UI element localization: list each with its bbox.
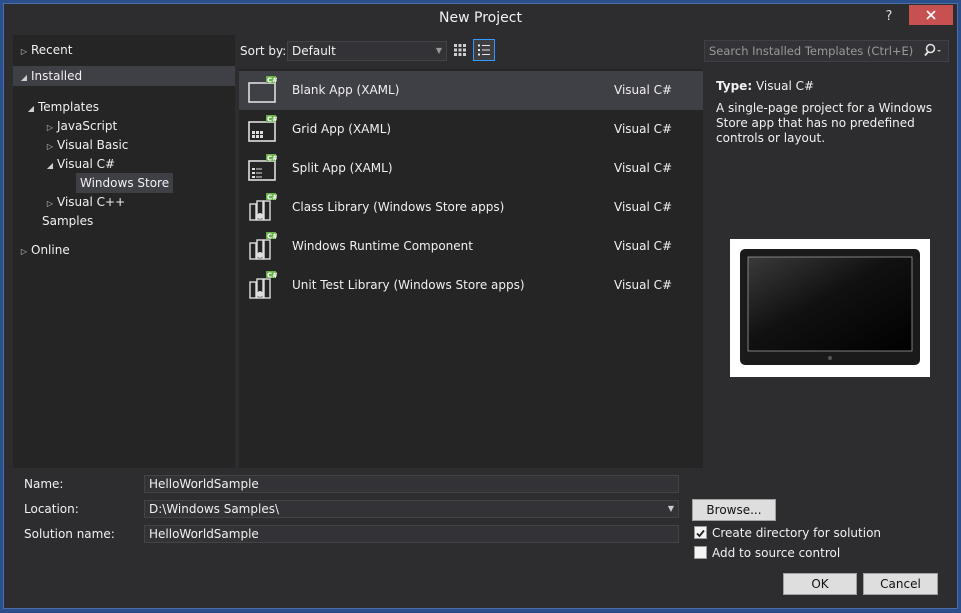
split-app-icon: C# xyxy=(248,154,277,181)
small-icons-view-button[interactable] xyxy=(449,39,471,61)
template-row-grid-app[interactable]: C# Grid App (XAML) Visual C# xyxy=(239,110,703,149)
template-list: C# Blank App (XAML) Visual C# C# Grid Ap… xyxy=(239,69,703,468)
collapse-arrow-icon[interactable]: ◢ xyxy=(24,99,38,119)
template-row-blank-app[interactable]: C# Blank App (XAML) Visual C# xyxy=(239,71,703,110)
blank-app-icon: C# xyxy=(248,76,277,103)
close-icon xyxy=(926,10,936,20)
ok-button[interactable]: OK xyxy=(783,573,857,595)
tree-item-visual-basic[interactable]: ▷ Visual Basic xyxy=(43,135,129,155)
tree-label: JavaScript xyxy=(57,119,118,133)
list-view-icon xyxy=(478,44,490,56)
expand-arrow-icon[interactable]: ▷ xyxy=(17,42,31,62)
svg-text:C#: C# xyxy=(267,271,277,279)
tree-item-samples[interactable]: Samples xyxy=(42,211,93,231)
name-label: Name: xyxy=(24,477,64,491)
close-button[interactable] xyxy=(909,5,953,25)
sort-value: Default xyxy=(292,44,336,58)
template-language: Visual C# xyxy=(614,83,673,97)
new-project-dialog: New Project ? ▷ Recent ◢ Installed ◢ Templa… xyxy=(3,3,958,609)
runtime-component-icon: C# xyxy=(249,232,277,260)
project-name-input[interactable]: HelloWorldSample xyxy=(144,475,679,493)
tree-label: Visual C# xyxy=(57,157,116,171)
grid-app-icon: C# xyxy=(248,115,277,142)
template-details: Type: Visual C# A single-page project fo… xyxy=(704,69,952,468)
svg-text:C#: C# xyxy=(267,193,277,201)
checkbox-box[interactable] xyxy=(694,526,707,539)
tree-item-online[interactable]: ▷ Online xyxy=(17,240,70,260)
template-name: Class Library (Windows Store apps) xyxy=(292,200,505,214)
location-value: D:\Windows Samples\ xyxy=(149,502,279,516)
cancel-button[interactable]: Cancel xyxy=(863,573,938,595)
template-name: Blank App (XAML) xyxy=(292,83,400,97)
template-name: Windows Runtime Component xyxy=(292,239,473,253)
collapse-arrow-icon[interactable]: ◢ xyxy=(43,156,57,176)
search-placeholder: Search Installed Templates (Ctrl+E) xyxy=(709,44,914,58)
tablet-preview-icon xyxy=(740,249,920,365)
template-language: Visual C# xyxy=(614,161,673,175)
tree-label: Visual Basic xyxy=(57,138,129,152)
template-language: Visual C# xyxy=(614,239,673,253)
tree-item-templates[interactable]: ◢ Templates xyxy=(24,97,99,117)
tree-label: Visual C++ xyxy=(57,195,126,209)
solution-name-input[interactable]: HelloWorldSample xyxy=(144,525,679,543)
dialog-title: New Project xyxy=(439,10,522,26)
template-name: Split App (XAML) xyxy=(292,161,393,175)
search-templates-input[interactable]: Search Installed Templates (Ctrl+E) xyxy=(704,40,949,62)
svg-text:C#: C# xyxy=(267,232,277,240)
tree-label: Templates xyxy=(38,100,100,114)
source-control-label: Add to source control xyxy=(712,546,841,560)
template-row-class-library[interactable]: C# Class Library (Windows Store apps) Vi… xyxy=(239,188,703,227)
svg-text:C#: C# xyxy=(267,76,277,84)
template-description: A single-page project for a Windows Stor… xyxy=(716,101,933,145)
template-row-runtime-component[interactable]: C# Windows Runtime Component Visual C# xyxy=(239,227,703,266)
dropdown-arrow-icon[interactable]: ▼ xyxy=(668,501,674,517)
unit-test-icon: C# xyxy=(249,271,277,299)
help-button[interactable]: ? xyxy=(879,7,899,27)
svg-text:C#: C# xyxy=(267,154,277,162)
tree-label: Recent xyxy=(31,43,73,57)
solution-name-label: Solution name: xyxy=(24,527,115,541)
template-type: Type: Visual C# xyxy=(716,79,814,93)
sort-label: Sort by: xyxy=(240,44,287,58)
location-combobox[interactable]: D:\Windows Samples\ ▼ xyxy=(144,500,679,518)
tree-item-visual-csharp[interactable]: ◢ Visual C# xyxy=(43,154,115,174)
expand-arrow-icon[interactable]: ▷ xyxy=(17,242,31,262)
template-name: Grid App (XAML) xyxy=(292,122,392,136)
tree-item-recent[interactable]: ▷ Recent xyxy=(17,40,73,62)
template-name: Unit Test Library (Windows Store apps) xyxy=(292,278,525,292)
search-icon[interactable] xyxy=(924,42,942,66)
template-preview xyxy=(730,239,930,377)
tree-item-installed[interactable]: ◢ Installed xyxy=(13,66,235,86)
dropdown-arrow-icon: ▼ xyxy=(435,46,442,55)
grid-view-icon xyxy=(454,44,466,56)
collapse-arrow-icon[interactable]: ◢ xyxy=(17,68,31,88)
tree-item-windows-store[interactable]: Windows Store xyxy=(76,173,174,193)
template-language: Visual C# xyxy=(614,278,673,292)
create-directory-label: Create directory for solution xyxy=(712,526,882,540)
type-label: Type: xyxy=(716,79,753,93)
list-view-button[interactable] xyxy=(473,39,495,61)
class-library-icon: C# xyxy=(249,193,277,221)
template-language: Visual C# xyxy=(614,122,673,136)
type-value: Visual C# xyxy=(755,79,815,93)
location-label: Location: xyxy=(24,502,79,516)
template-tree: ▷ Recent ◢ Installed ◢ Templates ▷ JavaScrip… xyxy=(13,35,235,468)
tree-label: Installed xyxy=(31,69,83,83)
tree-item-visual-cpp[interactable]: ▷ Visual C++ xyxy=(43,192,125,212)
template-row-unit-test[interactable]: C# Unit Test Library (Windows Store apps… xyxy=(239,266,703,305)
title-bar: New Project ? xyxy=(4,4,957,34)
template-language: Visual C# xyxy=(614,200,673,214)
tree-item-javascript[interactable]: ▷ JavaScript xyxy=(43,116,117,136)
template-row-split-app[interactable]: C# Split App (XAML) Visual C# xyxy=(239,149,703,188)
checkmark-icon xyxy=(696,529,705,538)
browse-button[interactable]: Browse... xyxy=(692,499,776,521)
svg-text:C#: C# xyxy=(267,115,277,123)
sort-dropdown[interactable]: Default ▼ xyxy=(287,41,447,61)
checkbox-box[interactable] xyxy=(694,546,707,559)
tree-label: Online xyxy=(31,243,70,257)
